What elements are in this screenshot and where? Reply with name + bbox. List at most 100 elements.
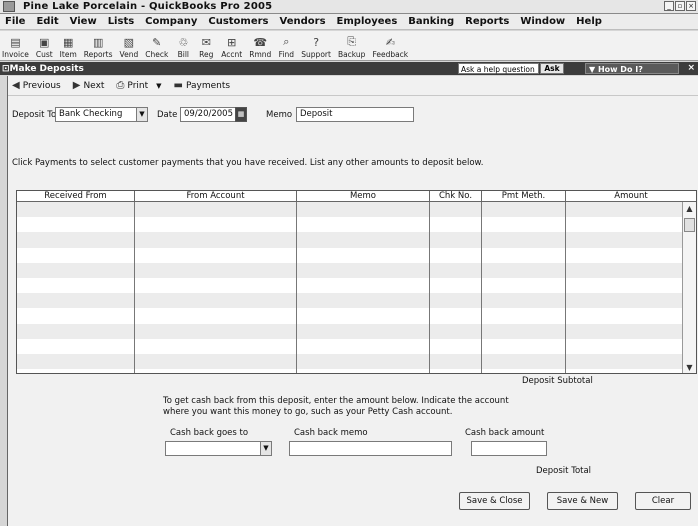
help-question-input[interactable]: Ask a help question — [458, 63, 539, 74]
toolbar-support[interactable]: ? Support — [301, 35, 331, 60]
how-do-i-label: How Do I? — [597, 65, 643, 74]
toolbar-reports[interactable]: ▥ Reports — [84, 35, 113, 60]
deposit-total-label: Deposit Total — [536, 466, 592, 476]
table-row[interactable] — [17, 232, 696, 248]
toolbar-support-label: Support — [301, 50, 331, 59]
app-icon — [3, 1, 15, 12]
chevron-down-icon[interactable]: ▼ — [260, 441, 272, 456]
memo-field[interactable]: Deposit — [296, 107, 414, 122]
payments-button[interactable]: ▬ Payments — [174, 80, 231, 91]
col-pmt-meth: Pmt Meth. — [482, 191, 566, 201]
menu-window[interactable]: Window — [515, 16, 571, 27]
find-icon: ⌕ — [283, 35, 290, 48]
table-row[interactable] — [17, 217, 696, 233]
payments-icon: ▬ — [173, 80, 183, 91]
minimize-icon[interactable]: _ — [664, 1, 674, 11]
item-icon: ▦ — [63, 35, 74, 49]
table-row[interactable] — [17, 277, 696, 294]
cashback-memo-field[interactable] — [289, 441, 452, 456]
table-row[interactable] — [17, 353, 696, 370]
previous-button[interactable]: ◀ Previous — [12, 80, 61, 91]
deposit-header-row: Deposit To Bank Checking ▼ Date 09/20/20… — [8, 107, 698, 123]
restore-icon[interactable]: ▫ — [675, 1, 685, 11]
table-row[interactable] — [17, 262, 696, 278]
cashback-amount-label: Cash back amount — [465, 428, 545, 438]
toolbar-reg-label: Reg — [199, 50, 214, 59]
toolbar-invoice-label: Invoice — [2, 50, 29, 59]
menu-help[interactable]: Help — [571, 16, 608, 27]
feedback-icon: ✍ — [385, 35, 395, 49]
date-field[interactable]: 09/20/2005 — [180, 107, 236, 122]
menu-company[interactable]: Company — [140, 16, 203, 27]
cashback-amount-field[interactable] — [471, 441, 547, 456]
menu-employees[interactable]: Employees — [332, 16, 404, 27]
chevron-down-icon[interactable]: ▼ — [136, 107, 148, 122]
toolbar-backup[interactable]: ⎘ Backup — [338, 35, 366, 60]
table-row[interactable] — [17, 308, 696, 324]
customer-icon: ▣ — [39, 35, 50, 49]
menu-file[interactable]: File — [0, 16, 31, 27]
menu-view[interactable]: View — [65, 16, 103, 27]
cashback-instructions: To get cash back from this deposit, ente… — [163, 396, 523, 418]
toolbar-rmnd[interactable]: ☎ Rmnd — [249, 35, 271, 60]
table-row[interactable] — [17, 338, 696, 354]
scroll-thumb[interactable] — [684, 218, 695, 232]
toolbar-cust[interactable]: ▣ Cust — [36, 35, 53, 60]
next-button[interactable]: ▶ Next — [73, 80, 105, 91]
how-do-i-button[interactable]: ▼ How Do I? — [585, 63, 679, 74]
calendar-icon[interactable]: ▦ — [235, 107, 247, 122]
icon-toolbar: ▤ Invoice ▣ Cust ▦ Item ▥ Reports ▧ Vend ✎ Che… — [0, 31, 698, 61]
menu-banking[interactable]: Banking — [403, 16, 460, 27]
save-new-button[interactable]: Save & New — [547, 492, 618, 510]
deposit-grid[interactable]: Received From From Account Memo Chk No. … — [16, 190, 697, 374]
close-window-icon[interactable]: × — [687, 63, 695, 73]
check-icon: ✎ — [152, 35, 162, 49]
grid-scrollbar[interactable]: ▲ ▼ — [682, 202, 696, 373]
toolbar-reports-label: Reports — [83, 50, 113, 59]
toolbar-reg[interactable]: ✉ Reg — [198, 35, 214, 60]
table-row[interactable] — [17, 369, 696, 373]
toolbar-bill[interactable]: ♲ Bill — [175, 35, 191, 60]
toolbar-check-label: Check — [145, 50, 169, 59]
backup-icon: ⎘ — [347, 35, 357, 48]
toolbar-find[interactable]: ⌕ Find — [278, 35, 294, 60]
col-amount: Amount — [614, 191, 648, 201]
menu-edit[interactable]: Edit — [31, 16, 64, 27]
menu-bar: File Edit View Lists Company Customers V… — [0, 14, 698, 30]
toolbar-check[interactable]: ✎ Check — [145, 35, 168, 60]
deposit-to-select[interactable]: Bank Checking — [55, 107, 137, 122]
window-controls: _ ▫ × — [664, 1, 696, 11]
toolbar-accnt[interactable]: ⊞ Accnt — [221, 35, 242, 60]
table-row[interactable] — [17, 202, 696, 218]
toolbar-vend[interactable]: ▧ Vend — [120, 35, 139, 60]
bill-icon: ♲ — [178, 35, 189, 49]
close-icon[interactable]: × — [686, 1, 696, 11]
table-row[interactable] — [17, 293, 696, 309]
cashback-text-line-2: where you want this money to go, such as… — [163, 407, 453, 417]
print-button[interactable]: ⎙ Print ▼ — [116, 80, 161, 91]
reminder-icon: ☎ — [253, 35, 268, 49]
table-row[interactable] — [17, 323, 696, 339]
menu-customers[interactable]: Customers — [203, 16, 274, 27]
window-title: ⊡Make Deposits — [2, 63, 84, 74]
clear-button[interactable]: Clear — [635, 492, 691, 510]
save-close-button[interactable]: Save & Close — [459, 492, 530, 510]
toolbar-cust-label: Cust — [35, 50, 53, 59]
cashback-account-select[interactable] — [165, 441, 261, 456]
menu-vendors[interactable]: Vendors — [275, 16, 332, 27]
toolbar-find-label: Find — [278, 50, 294, 59]
deposit-to-label: Deposit To — [12, 110, 57, 120]
toolbar-invoice[interactable]: ▤ Invoice — [2, 35, 29, 60]
menu-reports[interactable]: Reports — [460, 16, 515, 27]
col-memo: Memo — [297, 191, 430, 201]
toolbar-item-label: Item — [59, 50, 77, 59]
scroll-down-icon[interactable]: ▼ — [684, 363, 695, 372]
scroll-up-icon[interactable]: ▲ — [684, 204, 695, 213]
menu-lists[interactable]: Lists — [103, 16, 140, 27]
toolbar-feedback[interactable]: ✍ Feedback — [372, 35, 408, 60]
ask-button[interactable]: Ask — [540, 63, 564, 74]
cashback-text-line-1: To get cash back from this deposit, ente… — [163, 396, 509, 406]
toolbar-item[interactable]: ▦ Item — [60, 35, 77, 60]
table-row[interactable] — [17, 247, 696, 263]
deposit-subtotal-label: Deposit Subtotal — [522, 376, 593, 386]
